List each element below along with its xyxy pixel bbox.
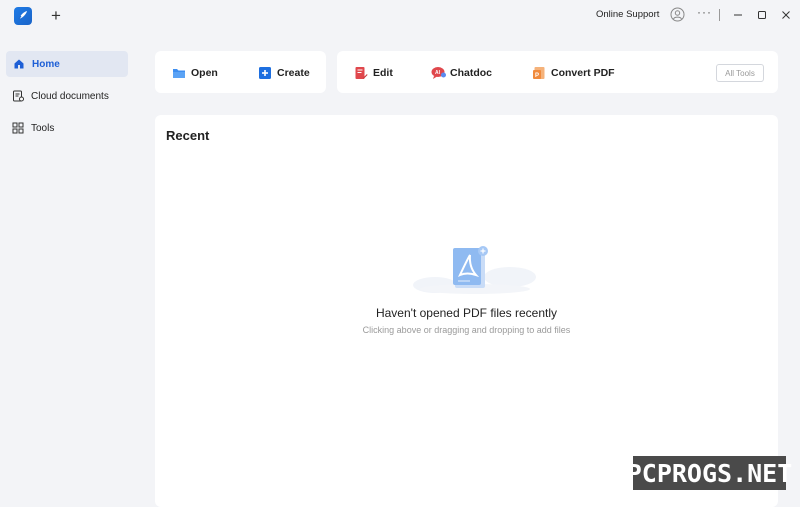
sidebar-item-label: Home [32, 58, 60, 70]
recent-title: Recent [166, 128, 210, 143]
watermark-logo: PCPROGS.NET [627, 456, 792, 490]
folder-icon [172, 66, 186, 80]
chatdoc-label: Chatdoc [450, 67, 492, 79]
all-tools-button[interactable]: All Tools [716, 64, 764, 82]
sidebar: Home Cloud documents Tools [0, 32, 135, 507]
sidebar-item-home[interactable]: Home [6, 51, 128, 77]
app-logo-icon[interactable] [14, 7, 32, 25]
sidebar-item-label: Tools [31, 122, 55, 134]
edit-icon [354, 66, 368, 80]
empty-pdf-illustration-icon [410, 245, 540, 295]
edit-label: Edit [373, 67, 393, 79]
chatdoc-button[interactable]: AI Chatdoc [431, 65, 492, 81]
sidebar-item-tools[interactable]: Tools [6, 115, 128, 141]
empty-state-hint: Clicking above or dragging and dropping … [362, 325, 571, 335]
chatdoc-icon: AI [431, 66, 446, 80]
title-bar: + Online Support ··· [0, 0, 800, 32]
edit-button[interactable]: Edit [354, 65, 393, 81]
sidebar-item-cloud-documents[interactable]: Cloud documents [6, 83, 128, 109]
more-options-icon[interactable]: ··· [697, 5, 712, 19]
tools-grid-icon [12, 122, 24, 134]
svg-text:P: P [535, 73, 539, 79]
convert-pdf-icon: P [532, 66, 546, 80]
titlebar-divider [719, 9, 720, 21]
svg-text:AI: AI [435, 70, 441, 76]
minimize-button[interactable] [731, 8, 745, 22]
online-support-link[interactable]: Online Support [596, 9, 659, 20]
new-tab-button[interactable]: + [49, 7, 63, 25]
user-account-icon[interactable] [670, 7, 685, 22]
maximize-button[interactable] [755, 8, 769, 22]
open-label: Open [191, 67, 218, 79]
convert-pdf-label: Convert PDF [551, 67, 615, 79]
sidebar-item-label: Cloud documents [31, 90, 109, 102]
home-icon [13, 58, 25, 70]
convert-pdf-button[interactable]: P Convert PDF [532, 65, 615, 81]
quick-actions-card-tools: Edit AI Chatdoc P Convert PDF All Tools [337, 51, 778, 93]
empty-state-title: Haven't opened PDF files recently [375, 306, 558, 320]
plus-square-icon [258, 66, 272, 80]
create-label: Create [277, 67, 310, 79]
recent-files-panel[interactable]: Recent Haven't opened PDF files recently… [155, 115, 778, 507]
create-button[interactable]: Create [258, 65, 310, 81]
quick-actions-card-file: Open Create [155, 51, 326, 93]
close-button[interactable] [779, 8, 793, 22]
open-button[interactable]: Open [172, 65, 218, 81]
cloud-documents-icon [12, 90, 24, 102]
